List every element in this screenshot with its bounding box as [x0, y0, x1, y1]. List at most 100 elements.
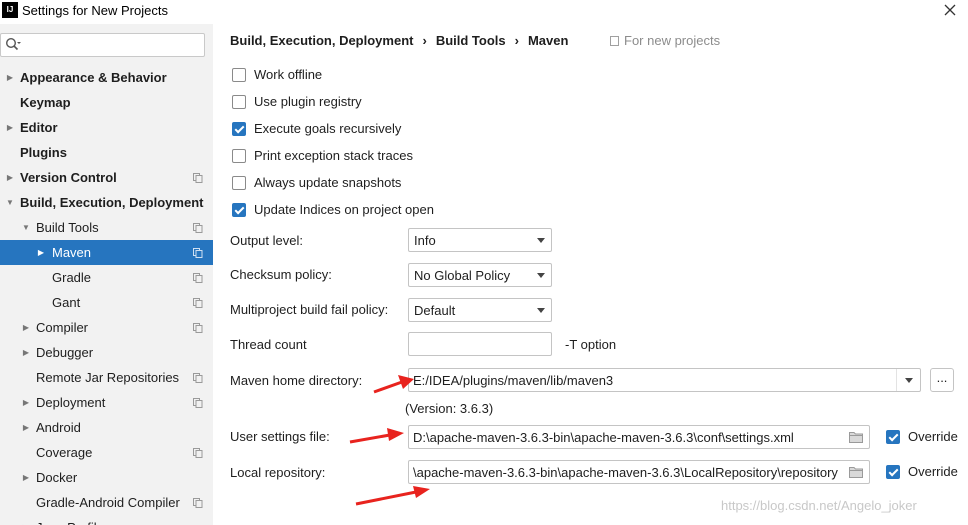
project-scope-icon: [193, 498, 203, 508]
sidebar-item-docker[interactable]: ▶ Docker: [0, 465, 213, 490]
annotation-arrow-icon: [349, 428, 404, 444]
annotation-arrow-icon: [355, 486, 430, 506]
sidebar-item-debugger[interactable]: ▶ Debugger: [0, 340, 213, 365]
sidebar-item-label: Gant: [52, 295, 81, 310]
close-icon: [944, 4, 956, 16]
sidebar-item-label: Appearance & Behavior: [20, 70, 167, 85]
folder-icon[interactable]: [849, 466, 863, 478]
sidebar-item-build-tools[interactable]: ▼ Build Tools: [0, 215, 213, 240]
multiproject-fail-policy-label: Multiproject build fail policy:: [230, 302, 389, 317]
sidebar-item-label: Version Control: [20, 170, 117, 185]
sidebar-item-label: Android: [36, 420, 81, 435]
sidebar-item-editor[interactable]: ▶ Editor: [0, 115, 213, 140]
sidebar-item-gradle[interactable]: Gradle: [0, 265, 213, 290]
project-scope-icon: [193, 273, 203, 283]
project-scope-icon: [193, 173, 203, 183]
sidebar-item-plugins[interactable]: Plugins: [0, 140, 213, 165]
expand-right-icon[interactable]: ▶: [5, 115, 15, 140]
local-repository-input[interactable]: \apache-maven-3.6.3-bin\apache-maven-3.6…: [408, 460, 870, 484]
t-option-hint: -T option: [565, 337, 617, 352]
sidebar-item-java-profiler[interactable]: ▶ Java Profiler: [0, 515, 213, 525]
expand-down-icon[interactable]: ▼: [5, 190, 15, 215]
sidebar-item-android[interactable]: ▶ Android: [0, 415, 213, 440]
sidebar-item-deployment[interactable]: ▶ Deployment: [0, 390, 213, 415]
expand-right-icon[interactable]: ▶: [5, 165, 15, 190]
folder-icon[interactable]: [849, 431, 863, 443]
checkbox-label: Print exception stack traces: [254, 148, 413, 163]
multiproject-fail-policy-select[interactable]: Default: [408, 298, 552, 322]
chevron-down-icon: [537, 308, 545, 313]
sidebar-item-label: Docker: [36, 470, 78, 485]
expand-down-icon[interactable]: ▼: [21, 215, 31, 240]
checkbox-label: Execute goals recursively: [254, 121, 402, 136]
sidebar-item-label: Keymap: [20, 95, 71, 110]
maven-home-value: E:/IDEA/plugins/maven/lib/maven3: [413, 373, 614, 388]
app-icon: IJ: [2, 2, 18, 18]
breadcrumb-separator: ›: [422, 33, 427, 48]
checkbox-label: Update Indices on project open: [254, 202, 434, 217]
maven-settings-panel: Build, Execution, Deployment › Build Tools…: [213, 24, 968, 525]
checkbox[interactable]: [886, 465, 900, 479]
sidebar-item-remote-jar-repositories[interactable]: Remote Jar Repositories: [0, 365, 213, 390]
sidebar-item-gradle-android-compiler[interactable]: Gradle-Android Compiler: [0, 490, 213, 515]
checksum-policy-value: No Global Policy: [414, 268, 511, 283]
breadcrumb: Build, Execution, Deployment › Build Tools…: [230, 33, 568, 48]
breadcrumb-item[interactable]: Build Tools: [436, 33, 506, 48]
chevron-down-icon: [537, 238, 545, 243]
sidebar-item-appearance-behavior[interactable]: ▶ Appearance & Behavior: [0, 65, 213, 90]
expand-right-icon[interactable]: ▶: [21, 315, 31, 340]
chevron-down-icon: [905, 378, 913, 383]
maven-home-combo[interactable]: E:/IDEA/plugins/maven/lib/maven3: [408, 368, 921, 392]
close-button[interactable]: [942, 1, 958, 19]
sidebar-item-label: Editor: [20, 120, 58, 135]
sidebar-item-gant[interactable]: Gant: [0, 290, 213, 315]
user-settings-input[interactable]: D:\apache-maven-3.6.3-bin\apache-maven-3…: [408, 425, 870, 449]
sidebar-item-coverage[interactable]: Coverage: [0, 440, 213, 465]
checkbox[interactable]: [232, 122, 246, 136]
project-scope-icon: [193, 448, 203, 458]
checkbox[interactable]: [886, 430, 900, 444]
user-settings-value: D:\apache-maven-3.6.3-bin\apache-maven-3…: [413, 430, 794, 445]
sidebar-item-label: Build, Execution, Deployment: [20, 195, 204, 210]
checkbox[interactable]: [232, 95, 246, 109]
override-label: Override: [908, 464, 958, 479]
sidebar-item-version-control[interactable]: ▶ Version Control: [0, 165, 213, 190]
sidebar-item-label: Remote Jar Repositories: [36, 370, 180, 385]
search-input[interactable]: [23, 36, 201, 54]
checksum-policy-select[interactable]: No Global Policy: [408, 263, 552, 287]
expand-right-icon[interactable]: ▶: [21, 515, 31, 525]
sidebar-item-build-execution-deployment[interactable]: ▼ Build, Execution, Deployment: [0, 190, 213, 215]
expand-right-icon[interactable]: ▶: [36, 240, 46, 265]
override-label: Override: [908, 429, 958, 444]
expand-right-icon[interactable]: ▶: [21, 465, 31, 490]
checkbox[interactable]: [232, 176, 246, 190]
breadcrumb-item[interactable]: Build, Execution, Deployment: [230, 33, 413, 48]
expand-right-icon[interactable]: ▶: [5, 65, 15, 90]
sidebar-item-label: Gradle: [52, 270, 92, 285]
window-title: Settings for New Projects: [22, 3, 168, 18]
checkbox[interactable]: [232, 68, 246, 82]
project-scope-icon: [193, 323, 203, 333]
sidebar-item-keymap[interactable]: Keymap: [0, 90, 213, 115]
checkbox[interactable]: [232, 149, 246, 163]
output-level-select[interactable]: Info: [408, 228, 552, 252]
sidebar-item-compiler[interactable]: ▶ Compiler: [0, 315, 213, 340]
checkbox-label: Always update snapshots: [254, 175, 402, 190]
maven-version-label: (Version: 3.6.3): [405, 401, 494, 416]
title-bar: IJ Settings for New Projects: [0, 0, 968, 24]
sidebar-item-label: Maven: [52, 245, 92, 260]
watermark: https://blog.csdn.net/Angelo_joker: [721, 498, 917, 513]
sidebar-item-label: Build Tools: [36, 220, 99, 235]
maven-home-dropdown-button[interactable]: [896, 369, 920, 391]
expand-right-icon[interactable]: ▶: [21, 390, 31, 415]
checkbox[interactable]: [232, 203, 246, 217]
search-box[interactable]: [0, 33, 205, 57]
sidebar-item-maven[interactable]: ▶ Maven: [0, 240, 213, 265]
sidebar-item-label: Compiler: [36, 320, 89, 335]
sidebar-item-label: Debugger: [36, 345, 94, 360]
browse-maven-home-button[interactable]: ...: [930, 368, 954, 392]
expand-right-icon[interactable]: ▶: [21, 415, 31, 440]
expand-right-icon[interactable]: ▶: [21, 340, 31, 365]
thread-count-input[interactable]: [408, 332, 552, 356]
scope-note-label: For new projects: [624, 33, 721, 48]
